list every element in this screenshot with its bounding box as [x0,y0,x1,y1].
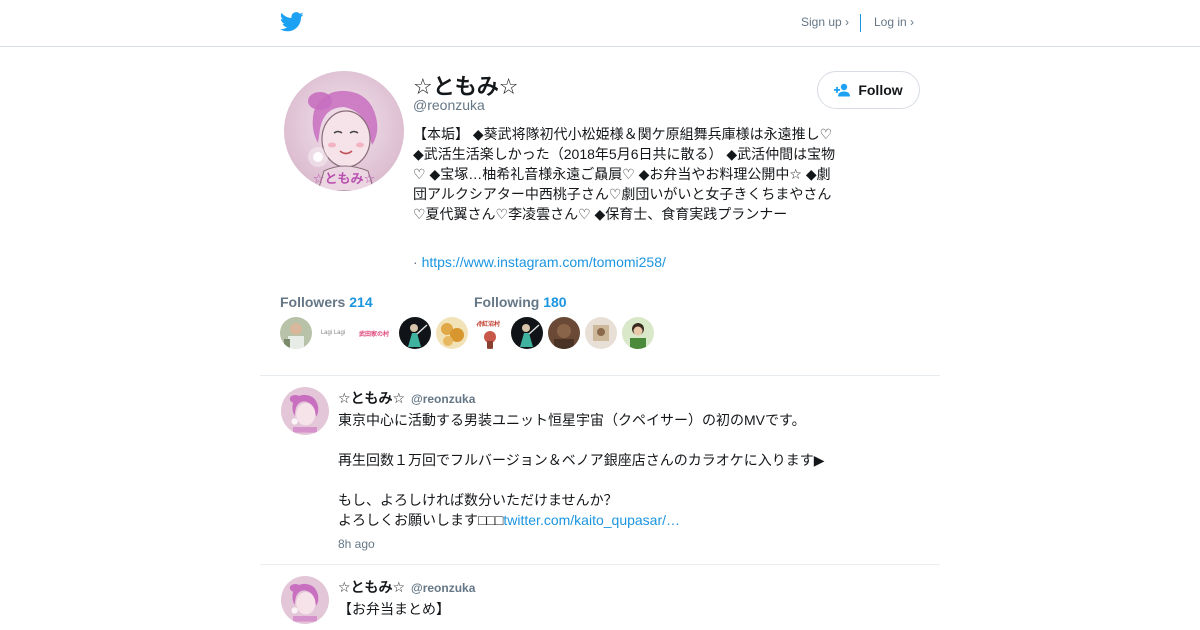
following-avatar[interactable] [511,317,543,349]
tweet-author-name[interactable]: ☆ともみ☆ [338,390,405,406]
following-avatar[interactable] [622,317,654,349]
profile-handle: @reonzuka [413,97,485,113]
profile-avatar[interactable]: ☆ともみ☆ [284,71,404,191]
follower-avatar-text: Lagi Lagi [320,330,346,336]
followers-label: Followers [280,294,346,310]
followers-stat[interactable]: Followers 214 [280,294,373,310]
profile-bio: 【本垢】 ◆葵武将隊初代小松姫様＆関ケ原組舞兵庫様は永遠推し♡ ◆武活生活楽しか… [413,126,836,222]
follower-avatar[interactable]: 武田家の村 [354,317,394,349]
following-count: 180 [543,294,567,310]
tweet-author: ☆ともみ☆ @reonzuka [338,388,475,408]
follower-avatar[interactable] [436,317,468,349]
following-label: Following [474,294,540,310]
followers-count: 214 [349,294,373,310]
following-avatar[interactable]: 特紅沼村 [474,317,506,349]
tweet-author-handle[interactable]: @reonzuka [411,392,475,406]
signup-link[interactable]: Sign up › [801,15,849,29]
tweet-divider [260,564,940,565]
tweet-line: 再生回数１万回でフルバージョン＆ベノア銀座店さんのカラオケに入ります▶ [338,452,825,468]
link-bullet: · [413,254,418,270]
nav-separator [860,14,861,32]
following-avatar[interactable] [548,317,580,349]
follower-avatar-text: 武田家の村 [358,331,389,338]
tweet-author: ☆ともみ☆ @reonzuka [338,577,475,597]
avatar-drawing: ☆ともみ☆ [284,71,404,191]
following-avatar[interactable] [585,317,617,349]
tweet-link[interactable]: twitter.com/kaito_qupasar/… [503,512,680,528]
follower-avatar[interactable]: Lagi Lagi [317,317,349,349]
follower-avatar[interactable] [399,317,431,349]
tweet-body: 【お弁当まとめ】 [338,599,858,619]
tweet-line: もし、よろしければ数分いただけませんか？ [338,492,618,508]
follow-button-label: Follow [858,82,903,98]
login-link[interactable]: Log in › [874,15,914,29]
tweet-author-avatar[interactable] [281,576,329,624]
tweet-line: よろしくお願いします□□□twitter.com/kaito_qupasar/… [338,510,858,530]
follow-button[interactable]: Follow [817,71,920,109]
tweet-line-text: よろしくお願いします□□□ [338,512,504,528]
person-add-icon [834,83,851,97]
followers-avatar-row: Lagi Lagi 武田家の村 [280,317,468,349]
tweet-timestamp[interactable]: 8h ago [338,537,375,551]
tweet-line: 東京中心に活動する男装ユニット恒星宇宙（クペイサー）の初のMVです。 [338,412,806,428]
profile-website-link[interactable]: https://www.instagram.com/tomomi258/ [422,254,666,270]
tweet-body: 東京中心に活動する男装ユニット恒星宇宙（クペイサー）の初のMVです。 再生回数１… [338,410,858,530]
tweet-author-name[interactable]: ☆ともみ☆ [338,579,405,595]
profile-link-row: · https://www.instagram.com/tomomi258/ [413,254,666,270]
avatar-lettering: ☆ともみ☆ [313,172,375,187]
tweet-author-avatar[interactable] [281,387,329,435]
tweet-author-handle[interactable]: @reonzuka [411,581,475,595]
top-nav-bar: Sign up › Log in › [0,0,1200,47]
twitter-bird-icon[interactable] [280,11,304,33]
tweet-line: 【お弁当まとめ】 [338,601,450,617]
follower-avatar[interactable] [280,317,312,349]
following-avatar-row: 特紅沼村 [474,317,654,349]
following-stat[interactable]: Following 180 [474,294,567,310]
section-divider [260,375,940,376]
